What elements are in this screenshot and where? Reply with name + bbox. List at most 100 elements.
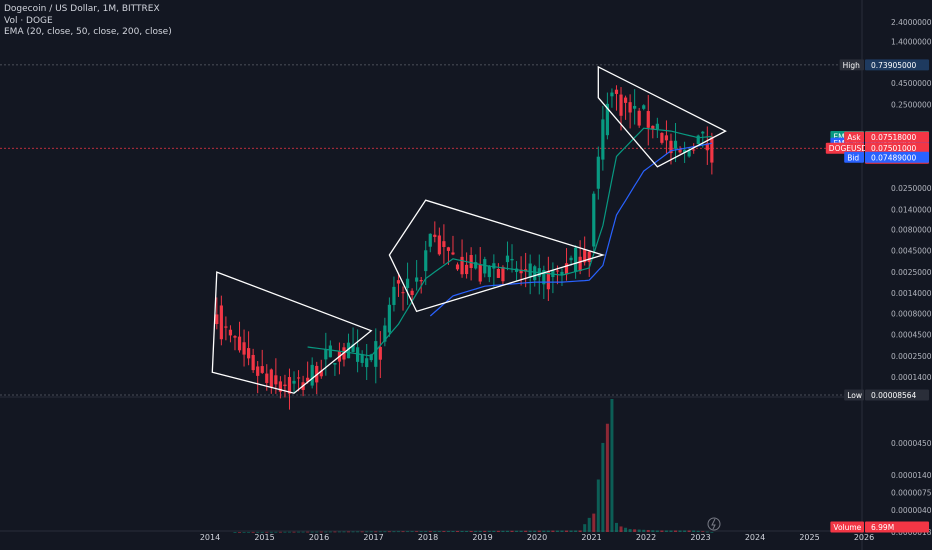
volume-bar [356, 531, 360, 533]
volume-bar [392, 531, 396, 533]
volume-bar [669, 530, 673, 532]
volume-bar [260, 531, 264, 533]
price-chart[interactable]: 2.40000000 1.40000000 0.45000000 0.25000000… [0, 0, 932, 550]
candle-body [628, 102, 632, 113]
price-axis-label: 0.00140000 [891, 289, 932, 298]
volume-bar [324, 531, 328, 533]
volume-bar [660, 530, 664, 532]
volume-bar [596, 479, 600, 532]
volume-bar [483, 530, 487, 532]
volume-bar [306, 531, 310, 533]
volume-bar [555, 530, 559, 532]
volume-bar [587, 517, 591, 532]
volume-bar [315, 531, 319, 533]
price-axis-label: 0.02500000 [891, 184, 932, 193]
candle-body [487, 266, 491, 278]
time-axis-label: 2022 [636, 533, 656, 542]
volume-bar [664, 530, 668, 532]
volume-bar [574, 530, 578, 532]
candle-body [710, 136, 714, 163]
candle-body [501, 266, 505, 282]
volume-bar [646, 530, 650, 532]
volume-bar [710, 532, 714, 533]
axis-tag-value: 6.99M [871, 523, 894, 532]
candle-body [378, 346, 382, 360]
volume-bar [233, 532, 237, 533]
volume-bar [560, 530, 564, 532]
volume-bar [365, 531, 369, 533]
candle-body [642, 105, 646, 109]
candle-body [623, 97, 628, 103]
candle-body [505, 255, 510, 263]
candle-body [455, 264, 460, 270]
candle-body [292, 380, 296, 384]
candle-body [646, 111, 650, 128]
volume-axis-label: 0.00004500 [891, 439, 932, 448]
volume-bar [297, 531, 301, 533]
volume-bar [433, 531, 437, 532]
candle-body [360, 354, 364, 363]
symbol-title: Dogecoin / US Dollar, 1M, BITTREX [4, 4, 160, 14]
candle-body [228, 329, 233, 336]
volume-bar [451, 531, 455, 532]
candle-body [283, 384, 287, 387]
candle-body [233, 336, 237, 338]
price-axis-label: 0.00080000 [891, 310, 932, 319]
volume-bar [301, 531, 305, 533]
volume-bar [655, 530, 659, 532]
candle-body [424, 250, 428, 272]
candle-body [664, 135, 669, 141]
volume-bar [360, 531, 364, 533]
volume-bar [678, 530, 682, 532]
candle-body [587, 251, 591, 262]
time-axis-label: 2026 [854, 533, 874, 542]
volume-bar [578, 530, 582, 532]
volume-bar [274, 531, 278, 533]
volume-bar [256, 531, 260, 533]
candle-body [483, 259, 487, 274]
candle-body [555, 270, 560, 272]
volume-bar [569, 530, 573, 532]
volume-bar [683, 530, 687, 532]
axis-tag-label: Bid [847, 153, 859, 162]
price-axis-label: 0.00025000 [891, 352, 932, 361]
candle-body [637, 110, 641, 126]
price-axis-label: 0.00800000 [891, 226, 932, 235]
volume-bar [242, 531, 246, 533]
candle-body [242, 342, 246, 355]
volume-bar [247, 531, 251, 533]
candle-body [237, 336, 242, 351]
volume-bar [551, 530, 555, 532]
volume-bar [637, 529, 641, 532]
candle-body [696, 135, 700, 145]
axis-tag-label: High [843, 61, 860, 70]
volume-bar [501, 530, 505, 532]
chart-legend: Dogecoin / US Dollar, 1M, BITTREX Vol · … [4, 4, 172, 39]
volume-bar [378, 531, 382, 533]
candle-body [215, 314, 219, 324]
volume-bar [369, 531, 373, 533]
price-axis-label: 0.45000000 [891, 79, 932, 88]
candle-body [251, 354, 255, 371]
candle-body [673, 140, 678, 149]
candle-body [333, 362, 337, 365]
volume-bar [319, 531, 323, 533]
candle-body [415, 277, 419, 282]
volume-bar [265, 531, 269, 533]
volume-bar [651, 530, 655, 532]
volume-bar [519, 530, 523, 532]
volume-bar [510, 530, 514, 532]
axis-tag-value: 0.07489000 [871, 153, 917, 162]
candle-body [510, 258, 514, 261]
volume-bar [605, 423, 609, 532]
volume-bar [705, 531, 709, 533]
candle-body [274, 375, 278, 385]
volume-bar [442, 531, 446, 532]
time-axis-label: 2014 [200, 533, 220, 542]
candle-body [465, 264, 469, 275]
volume-bar [437, 531, 441, 532]
candle-body [574, 247, 578, 272]
volume-bar [528, 530, 532, 532]
time-axis-label: 2020 [527, 533, 547, 542]
price-axis-label: 0.25000000 [891, 100, 932, 109]
